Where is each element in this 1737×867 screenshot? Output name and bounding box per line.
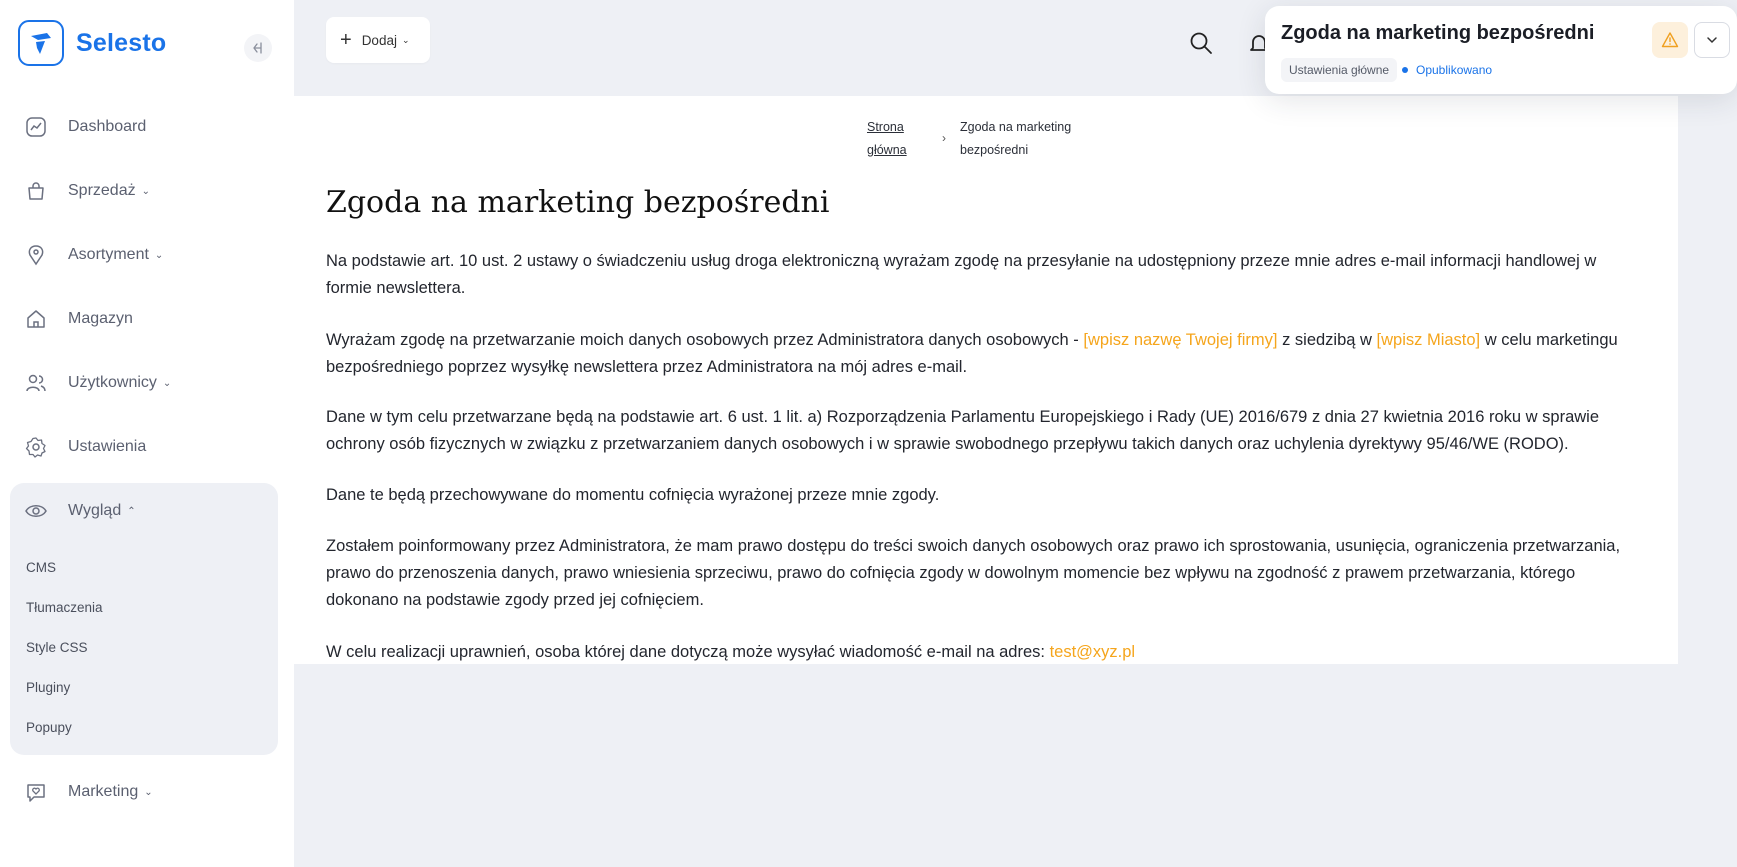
paragraph-text: Wyrażam zgodę na przetwarzanie moich dan… [326, 331, 1084, 349]
logout-arrow-icon [253, 42, 262, 54]
sidebar-subitem-pluginy[interactable]: Pluginy [26, 680, 70, 695]
breadcrumb-home-line: Strona [867, 120, 904, 134]
paragraph: W celu realizacji uprawnień, osoba które… [326, 639, 1646, 666]
status-dot-icon [1402, 67, 1408, 73]
page-header-title: Zgoda na marketing bezpośredni [1281, 22, 1595, 44]
chart-line-icon [24, 115, 48, 139]
eye-icon [24, 499, 48, 523]
users-icon [24, 371, 48, 395]
search-icon[interactable] [1188, 30, 1214, 56]
page-title: Zgoda na marketing bezpośredni [326, 185, 830, 220]
paragraph: Dane te będą przechowywane do momentu co… [326, 486, 940, 504]
sidebar-item-label: Sprzedaż [68, 182, 136, 199]
settings-tag[interactable]: Ustawienia główne [1281, 58, 1398, 82]
breadcrumb-home[interactable]: Strona główna [867, 116, 907, 162]
breadcrumb-home-line: główna [867, 143, 907, 157]
sidebar-item-label: Dashboard [68, 118, 147, 135]
sidebar-item-label: Ustawienia [68, 438, 147, 455]
shopping-bag-icon [24, 179, 48, 203]
add-button-label: Dodaj [361, 32, 397, 48]
breadcrumb-current: Zgoda na marketing bezpośredni [960, 116, 1080, 162]
status-badge: Opublikowano [1402, 58, 1492, 82]
chevron-down-icon: ⌄ [144, 786, 153, 798]
sidebar-item-marketing[interactable]: Marketing ⌄ [24, 775, 153, 809]
sidebar-item-uzytkownicy[interactable]: Użytkownicy ⌄ [24, 366, 171, 400]
breadcrumb-separator-icon: › [942, 131, 946, 145]
paragraph-text: z siedzibą w [1277, 331, 1377, 349]
sidebar-item-label: Wygląd [68, 502, 122, 519]
collapse-sidebar-button[interactable] [244, 34, 272, 62]
chevron-down-icon: ⌄ [401, 34, 410, 45]
status-label: Opublikowano [1416, 63, 1493, 77]
sidebar-item-label: Marketing [68, 783, 139, 800]
expand-button[interactable] [1694, 22, 1730, 58]
chevron-up-icon: ⌃ [127, 505, 136, 517]
sidebar-item-ustawienia[interactable]: Ustawienia [24, 430, 146, 464]
sidebar-subitem-tlumaczenia[interactable]: Tłumaczenia [26, 600, 103, 615]
placeholder-company: [wpisz nazwę Twojej firmy] [1083, 331, 1278, 349]
breadcrumb-current-line: Zgoda na marketing [960, 120, 1072, 134]
chevron-down-icon: ⌄ [162, 377, 172, 389]
logo-icon [18, 20, 64, 66]
chevron-down-icon [1707, 37, 1717, 44]
sidebar-item-magazyn[interactable]: Magazyn [24, 302, 133, 336]
sidebar-subitem-style-css[interactable]: Style CSS [26, 640, 88, 655]
sidebar-subitem-cms[interactable]: CMS [26, 560, 56, 575]
paragraph: Zostałem poinformowany przez Administrat… [326, 537, 1621, 609]
tag-icon [24, 243, 48, 267]
sidebar: Selesto Dashboard Sprzedaż ⌄ Asortyment … [0, 0, 294, 867]
page-header-card: Zgoda na marketing bezpośredni Ustawieni… [1265, 6, 1737, 94]
sidebar-item-label: Magazyn [68, 310, 133, 327]
sidebar-subitem-popupy[interactable]: Popupy [26, 720, 72, 735]
sidebar-item-asortyment[interactable]: Asortyment ⌄ [24, 238, 163, 272]
plus-icon: + [340, 29, 352, 51]
warning-button[interactable] [1652, 22, 1688, 58]
sidebar-item-sprzedaz[interactable]: Sprzedaż ⌄ [24, 174, 150, 208]
paragraph: Dane w tym celu przetwarzane będą na pod… [326, 408, 1600, 453]
paragraph-text: W celu realizacji uprawnień, osoba które… [326, 643, 1050, 661]
sidebar-item-dashboard[interactable]: Dashboard [24, 110, 146, 144]
gear-icon [24, 435, 48, 459]
placeholder-city: [wpisz Miasto] [1376, 331, 1481, 349]
logo[interactable]: Selesto [18, 20, 166, 66]
sidebar-item-label: Asortyment [68, 246, 149, 263]
warning-icon [1661, 32, 1679, 48]
sidebar-item-label: Użytkownicy [68, 374, 157, 391]
email-link[interactable]: test@xyz.pl [1050, 643, 1136, 661]
add-button[interactable]: + Dodaj ⌄ [326, 17, 430, 63]
paragraph: Na podstawie art. 10 ust. 2 ustawy o świ… [326, 252, 1597, 297]
chevron-down-icon: ⌄ [141, 185, 150, 197]
breadcrumb-current-line: bezpośredni [960, 143, 1029, 157]
sidebar-item-wyglad[interactable]: Wygląd ⌃ [24, 494, 136, 528]
warehouse-icon [24, 307, 48, 331]
paragraph: Wyrażam zgodę na przetwarzanie moich dan… [326, 327, 1646, 381]
brand-name: Selesto [76, 28, 167, 57]
heart-chat-icon [24, 780, 48, 804]
chevron-down-icon: ⌄ [154, 249, 164, 261]
